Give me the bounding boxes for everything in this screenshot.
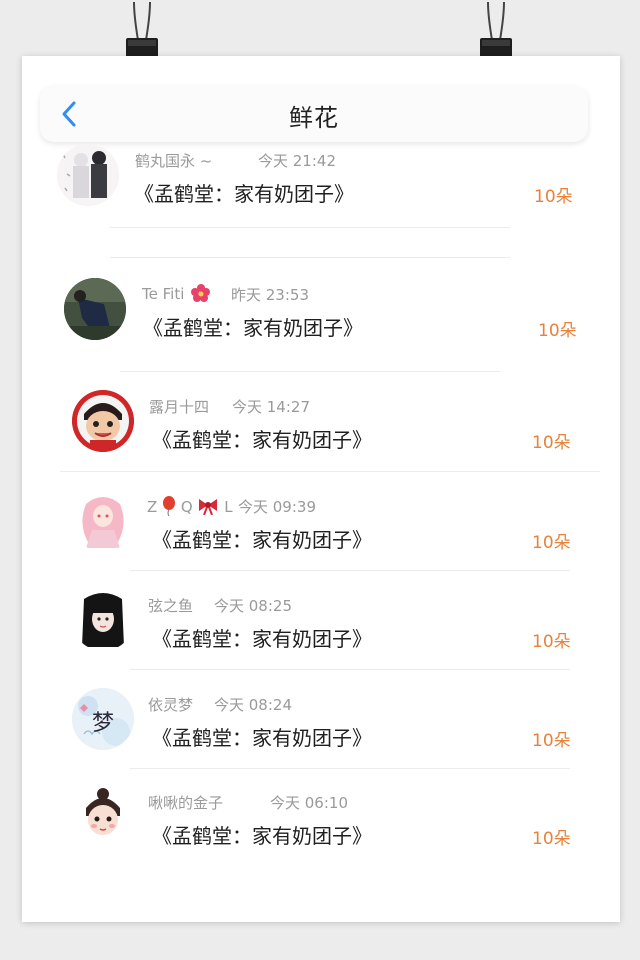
flower-amount: 10朵	[532, 731, 571, 751]
hibiscus-flower-icon	[191, 284, 211, 302]
book-title[interactable]: 《孟鹤堂：家有奶团子》	[152, 524, 372, 553]
avatar	[72, 490, 134, 552]
book-title[interactable]: 《孟鹤堂：家有奶团子》	[152, 820, 372, 849]
flower-amount: 10朵	[532, 433, 571, 453]
divider	[110, 257, 510, 258]
user-name[interactable]: Z Q L	[147, 496, 233, 517]
user-name[interactable]: 弦之鱼	[148, 595, 193, 616]
user-name[interactable]: Te Fiti	[142, 284, 211, 303]
page-title: 鲜花	[289, 104, 339, 132]
timestamp: 今天 09:39	[238, 498, 316, 516]
avatar	[72, 589, 134, 651]
avatar	[57, 144, 119, 206]
flower-amount: 10朵	[534, 187, 573, 207]
timestamp: 今天 08:25	[214, 597, 292, 615]
avatar	[72, 390, 134, 452]
binder-clip	[126, 1, 158, 62]
flower-amount: 10朵	[532, 829, 571, 849]
timestamp: 今天 21:42	[258, 152, 336, 170]
divider	[130, 570, 570, 571]
flower-amount: 10朵	[538, 321, 577, 341]
avatar: 梦	[72, 688, 134, 750]
timestamp: 昨天 23:53	[231, 286, 309, 304]
divider	[130, 768, 570, 769]
list-item[interactable]: Z Q L 今天 09:39 《孟鹤堂：家有奶团子》 10朵	[22, 490, 620, 570]
user-name-part: Z	[147, 498, 158, 516]
divider	[60, 471, 600, 472]
user-name[interactable]: 鹤丸国永 ~	[135, 150, 212, 171]
list-item[interactable]: 啾啾的金子 今天 06:10 《孟鹤堂：家有奶团子》 10朵	[22, 786, 620, 866]
avatar	[64, 278, 126, 340]
book-title[interactable]: 《孟鹤堂：家有奶团子》	[134, 178, 354, 207]
list-item[interactable]: 弦之鱼 今天 08:25 《孟鹤堂：家有奶团子》 10朵	[22, 589, 620, 669]
timestamp: 今天 14:27	[232, 398, 310, 416]
divider	[110, 227, 510, 228]
flower-amount: 10朵	[532, 632, 571, 652]
book-title[interactable]: 《孟鹤堂：家有奶团子》	[152, 623, 372, 652]
bow-icon	[199, 499, 218, 516]
timestamp: 今天 06:10	[270, 794, 348, 812]
timestamp: 今天 08:24	[214, 696, 292, 714]
user-name[interactable]: 啾啾的金子	[148, 792, 223, 813]
list-item[interactable]: Te Fiti 昨天 23:53 《孟鹤堂：家有奶团子》 10朵	[22, 276, 620, 356]
avatar	[72, 786, 134, 848]
list-item[interactable]: 鹤丸国永 ~ 今天 21:42 《孟鹤堂：家有奶团子》 10朵	[22, 142, 620, 222]
user-name-text: Te Fiti	[142, 285, 185, 303]
user-name[interactable]: 依灵梦	[148, 694, 193, 715]
flower-amount: 10朵	[532, 533, 571, 553]
user-name-part: Q	[180, 498, 193, 516]
book-title[interactable]: 《孟鹤堂：家有奶团子》	[143, 312, 363, 341]
balloon-icon	[163, 496, 176, 517]
header-bar: 鲜花	[40, 86, 588, 142]
user-name-part: L	[224, 498, 233, 516]
list-item[interactable]: 露月十四 今天 14:27 《孟鹤堂：家有奶团子》 10朵	[22, 390, 620, 470]
divider	[130, 669, 570, 670]
book-title[interactable]: 《孟鹤堂：家有奶团子》	[152, 424, 372, 453]
divider	[120, 371, 500, 372]
binder-clip	[480, 1, 512, 62]
list-item[interactable]: 梦 依灵梦 今天 08:24 《孟鹤堂：家有奶团子》 10朵	[22, 688, 620, 768]
user-name[interactable]: 露月十四	[149, 396, 209, 417]
avatar-text: 梦	[92, 711, 114, 736]
book-title[interactable]: 《孟鹤堂：家有奶团子》	[152, 722, 372, 751]
